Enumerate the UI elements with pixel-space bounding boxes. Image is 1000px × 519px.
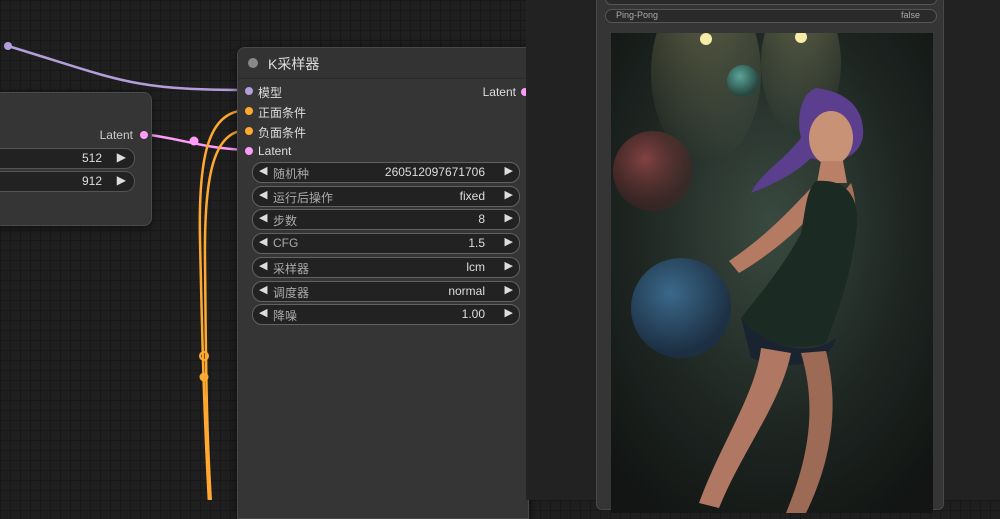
- widget-label: 调度器: [273, 286, 310, 300]
- input-slot-model[interactable]: 模型: [245, 84, 283, 101]
- widget-label: 步数: [273, 214, 298, 228]
- input-slot-negative[interactable]: 负面条件: [245, 124, 307, 141]
- input-dot[interactable]: [245, 87, 253, 95]
- scheduler-widget[interactable]: ◀ 调度器 normal ▶: [252, 281, 520, 302]
- video-preview-node[interactable]: Ping-Pong false: [596, 0, 944, 513]
- decrement-arrow-icon[interactable]: ◀: [259, 283, 267, 296]
- node-title: K采样器: [268, 56, 320, 72]
- increment-arrow-icon[interactable]: ▶: [505, 211, 513, 224]
- width-value: 512: [81, 151, 102, 165]
- widget-value: lcm: [466, 260, 485, 274]
- decrement-arrow-icon[interactable]: ◀: [259, 211, 267, 224]
- widget-value: 1.5: [468, 236, 485, 250]
- preview-image: [611, 33, 933, 513]
- decrement-arrow-icon[interactable]: ◀: [259, 306, 267, 319]
- denoise-widget[interactable]: ◀ 降噪 1.00 ▶: [252, 304, 520, 325]
- increment-arrow-icon[interactable]: ▶: [117, 150, 126, 164]
- collapse-toggle-icon[interactable]: [248, 58, 258, 68]
- increment-arrow-icon[interactable]: ▶: [505, 259, 513, 272]
- ksampler-node[interactable]: K采样器 模型 正面条件 负面条件 Latent Latent ◀ 随机种 26…: [237, 47, 529, 519]
- filename-widget-partial[interactable]: [605, 0, 937, 5]
- increment-arrow-icon[interactable]: ▶: [505, 164, 513, 177]
- widget-label: 随机种: [273, 167, 310, 181]
- input-dot[interactable]: [245, 127, 253, 135]
- widget-label: 采样器: [273, 262, 310, 276]
- cfg-widget[interactable]: ◀ CFG 1.5 ▶: [252, 233, 520, 254]
- conditioning-wire-midpoint-2: [199, 372, 209, 382]
- widget-value: false: [900, 10, 920, 20]
- increment-arrow-icon[interactable]: ▶: [505, 306, 513, 319]
- model-wire-reroute-dot: [4, 42, 12, 50]
- increment-arrow-icon[interactable]: ▶: [505, 235, 513, 248]
- widget-label: 降噪: [273, 309, 298, 323]
- latent-output-dot[interactable]: [140, 131, 148, 139]
- conditioning-wire-midpoint-1: [199, 351, 209, 361]
- dancer-illustration: [611, 33, 933, 513]
- node-graph-canvas[interactable]: Latent 512 ▶ 912 ▶ K采样器 模型 正面条件 负面条件 Lat…: [0, 0, 1000, 519]
- output-slot-label: Latent: [482, 85, 516, 99]
- input-label: 负面条件: [258, 126, 307, 140]
- model-wire: [7, 44, 247, 92]
- height-widget[interactable]: 912 ▶: [0, 171, 135, 192]
- input-label: Latent: [258, 144, 292, 158]
- increment-arrow-icon[interactable]: ▶: [117, 173, 126, 187]
- input-dot[interactable]: [245, 107, 253, 115]
- decrement-arrow-icon[interactable]: ◀: [259, 188, 267, 201]
- widget-value: 1.00: [461, 307, 485, 321]
- sampler-widget[interactable]: ◀ 采样器 lcm ▶: [252, 257, 520, 278]
- widget-value: 260512097671706: [384, 165, 485, 179]
- widget-value: normal: [448, 284, 485, 298]
- decrement-arrow-icon[interactable]: ◀: [259, 235, 267, 248]
- latent-wire-midpoint: [189, 136, 199, 146]
- decrement-arrow-icon[interactable]: ◀: [259, 259, 267, 272]
- increment-arrow-icon[interactable]: ▶: [505, 188, 513, 201]
- input-slot-positive[interactable]: 正面条件: [245, 104, 307, 121]
- increment-arrow-icon[interactable]: ▶: [505, 283, 513, 296]
- widget-value: fixed: [459, 189, 485, 203]
- widget-label: CFG: [273, 236, 299, 250]
- node-title-bar[interactable]: K采样器: [238, 48, 528, 79]
- seed-widget[interactable]: ◀ 随机种 260512097671706 ▶: [252, 162, 520, 183]
- height-value: 912: [81, 174, 102, 188]
- input-label: 模型: [258, 86, 283, 100]
- control-after-generate-widget[interactable]: ◀ 运行后操作 fixed ▶: [252, 186, 520, 207]
- output-slot-label: Latent: [99, 128, 133, 142]
- widget-label: Ping-Pong: [616, 10, 659, 20]
- latent-wire: [141, 132, 247, 152]
- input-dot[interactable]: [245, 147, 253, 155]
- steps-widget[interactable]: ◀ 步数 8 ▶: [252, 209, 520, 230]
- input-slot-latent[interactable]: Latent: [245, 144, 292, 158]
- widget-value: 8: [478, 212, 485, 226]
- empty-latent-node[interactable]: Latent 512 ▶ 912 ▶: [0, 92, 152, 226]
- decrement-arrow-icon[interactable]: ◀: [259, 164, 267, 177]
- pingpong-widget[interactable]: Ping-Pong false: [605, 9, 937, 23]
- width-widget[interactable]: 512 ▶: [0, 148, 135, 169]
- input-label: 正面条件: [258, 106, 307, 120]
- widget-label: 运行后操作: [273, 191, 334, 205]
